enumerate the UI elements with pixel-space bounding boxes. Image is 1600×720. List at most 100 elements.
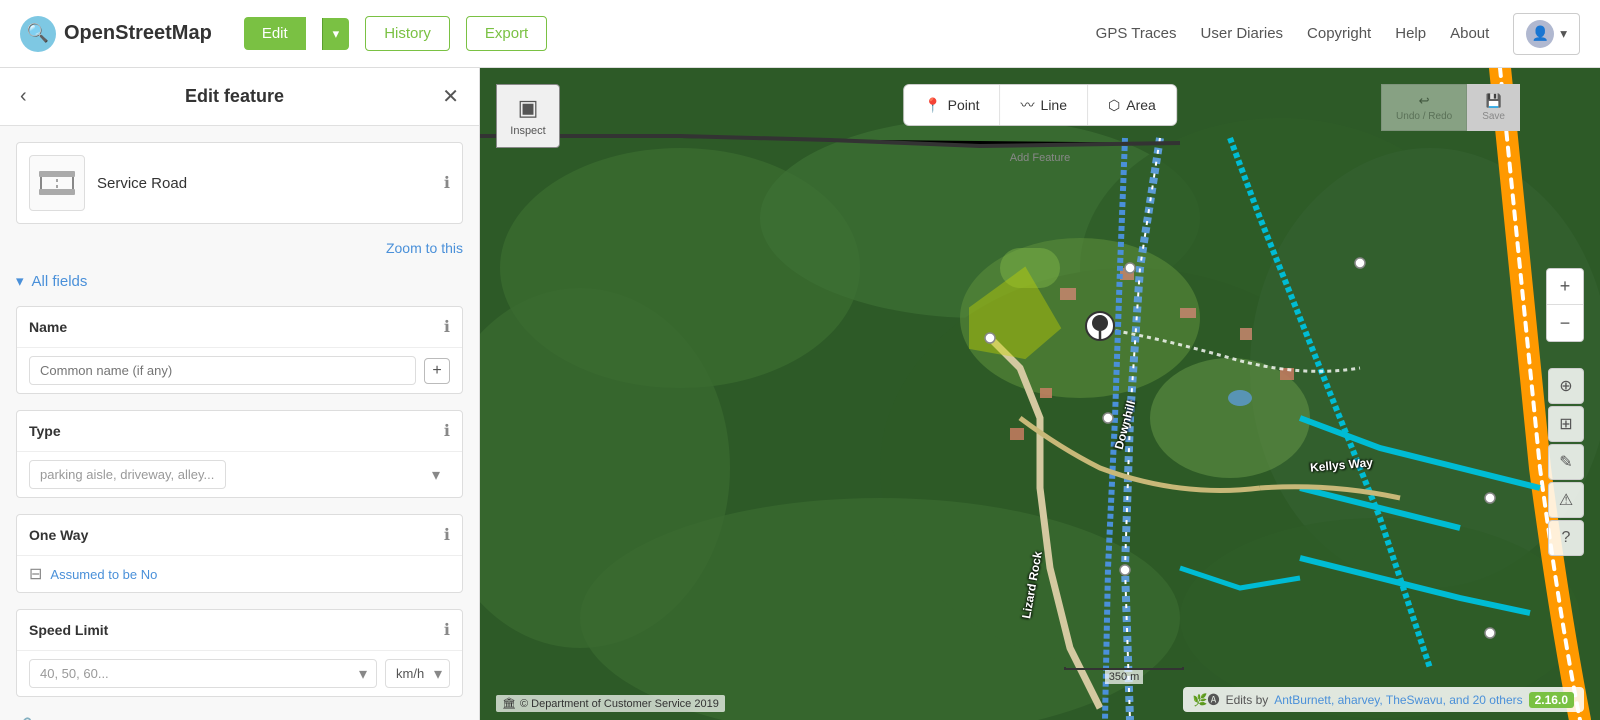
- type-select-wrap: parking aisle, driveway, alley...: [29, 460, 450, 489]
- logo: 🔍 OpenStreetMap: [20, 16, 212, 52]
- type-select[interactable]: parking aisle, driveway, alley...: [29, 460, 226, 489]
- speed-limit-row: 40, 50, 60... km/h mph: [17, 651, 462, 696]
- edit-button[interactable]: Edit: [244, 17, 306, 50]
- speed-limit-field-header: Speed Limit ℹ: [17, 610, 462, 651]
- main-content: ‹ Edit feature ✕ Service Road ℹ Zoom to …: [0, 68, 1600, 720]
- save-label: Save: [1482, 111, 1505, 122]
- save-button[interactable]: 💾 Save: [1467, 84, 1520, 131]
- name-add-button[interactable]: +: [424, 358, 450, 384]
- about-link[interactable]: About: [1450, 25, 1489, 42]
- avatar: 👤: [1526, 20, 1554, 48]
- line-icon: 〰: [1021, 95, 1035, 115]
- help-link[interactable]: Help: [1395, 25, 1426, 42]
- area-label: Area: [1126, 97, 1156, 113]
- user-menu-button[interactable]: 👤 ▾: [1513, 13, 1580, 55]
- zoom-in-button[interactable]: +: [1547, 269, 1583, 305]
- attribution-logo: 🏛: [502, 697, 516, 710]
- user-dropdown-arrow: ▾: [1560, 26, 1567, 42]
- edit-dropdown-button[interactable]: ▾: [322, 18, 350, 50]
- export-button[interactable]: Export: [466, 16, 547, 51]
- name-input-row: +: [17, 348, 462, 393]
- logo-icon: 🔍: [20, 16, 56, 52]
- one-way-field-header: One Way ℹ: [17, 515, 462, 556]
- speed-unit-wrap: km/h mph: [385, 659, 450, 688]
- copyright-link[interactable]: Copyright: [1307, 25, 1371, 42]
- name-field-header: Name ℹ: [17, 307, 462, 348]
- speed-limit-info-button[interactable]: ℹ: [444, 620, 450, 640]
- inspect-label: Inspect: [510, 125, 545, 137]
- feature-name: Service Road: [97, 175, 432, 192]
- user-diaries-link[interactable]: User Diaries: [1201, 25, 1284, 42]
- speed-input-wrap: 40, 50, 60...: [29, 659, 377, 688]
- one-way-value: Assumed to be No: [50, 567, 157, 582]
- map-area[interactable]: Kellys Way Downhill Lizard Rock Wentwort…: [480, 68, 1600, 720]
- gps-traces-link[interactable]: GPS Traces: [1096, 25, 1177, 42]
- type-info-button[interactable]: ℹ: [444, 421, 450, 441]
- layers-button[interactable]: ⊞: [1548, 406, 1584, 442]
- attribution: 🏛 © Department of Customer Service 2019: [496, 695, 725, 712]
- nav-right: GPS Traces User Diaries Copyright Help A…: [1096, 13, 1580, 55]
- edits-bar: 🌿🅐 Edits by AntBurnett, aharvey, TheSwav…: [1183, 687, 1584, 712]
- line-button[interactable]: 〰 Line: [1001, 85, 1088, 125]
- all-fields-toggle[interactable]: ▾ All fields: [0, 264, 479, 298]
- undo-redo-label: Undo / Redo: [1396, 111, 1452, 122]
- sidebar: ‹ Edit feature ✕ Service Road ℹ Zoom to …: [0, 68, 480, 720]
- edits-users[interactable]: AntBurnett, aharvey, TheSwavu, and 20 ot…: [1274, 693, 1522, 707]
- one-way-icon: ⊟: [29, 564, 42, 584]
- point-button[interactable]: 📍 Point: [904, 85, 1000, 125]
- map-right-tools: ⊕ ⊞ ✎ ⚠ ?: [1548, 368, 1584, 556]
- map-actions-toolbar: ↩ Undo / Redo 💾 Save: [1381, 84, 1520, 131]
- warning-button[interactable]: ⚠: [1548, 482, 1584, 518]
- type-field-header: Type ℹ: [17, 411, 462, 452]
- add-feature-toolbar: 📍 Point 〰 Line ⬡ Area: [903, 84, 1177, 126]
- scale-label: 350 m: [1105, 670, 1144, 684]
- name-input[interactable]: [29, 356, 416, 385]
- speed-limit-select[interactable]: 40, 50, 60...: [29, 659, 377, 688]
- node-button[interactable]: ✎: [1548, 444, 1584, 480]
- line-label: Line: [1041, 97, 1067, 113]
- version-badge: 2.16.0: [1529, 692, 1574, 708]
- back-button[interactable]: ‹: [20, 85, 27, 108]
- road-icon: [37, 167, 77, 199]
- edits-icon: 🌿🅐: [1193, 691, 1220, 708]
- inspect-icon: ▣: [518, 95, 539, 121]
- name-label: Name: [29, 319, 67, 335]
- one-way-info-button[interactable]: ℹ: [444, 525, 450, 545]
- sidebar-header: ‹ Edit feature ✕: [0, 68, 479, 126]
- close-button[interactable]: ✕: [442, 84, 459, 109]
- add-feature-label: Add Feature: [1010, 152, 1071, 164]
- help-map-button[interactable]: ?: [1548, 520, 1584, 556]
- speed-limit-label: Speed Limit: [29, 622, 108, 638]
- attribution-text: © Department of Customer Service 2019: [520, 698, 719, 710]
- speed-unit-select[interactable]: km/h mph: [385, 659, 450, 688]
- type-field-group: Type ℹ parking aisle, driveway, alley...: [16, 410, 463, 498]
- one-way-label: One Way: [29, 527, 88, 543]
- point-label: Point: [948, 97, 980, 113]
- inspect-button[interactable]: ▣ Inspect: [496, 84, 560, 148]
- area-icon: ⬡: [1108, 97, 1120, 114]
- type-label: Type: [29, 423, 61, 439]
- zoom-to-this-link[interactable]: Zoom to this: [0, 240, 479, 264]
- area-button[interactable]: ⬡ Area: [1088, 85, 1176, 125]
- map-toolbar: ▣ Inspect: [496, 84, 560, 148]
- location-button[interactable]: ⊕: [1548, 368, 1584, 404]
- undo-button[interactable]: ↩ Undo / Redo: [1381, 84, 1467, 131]
- sidebar-title: Edit feature: [185, 86, 284, 107]
- zoom-controls: + −: [1546, 268, 1584, 342]
- scale-bar: 350 m: [1064, 667, 1184, 684]
- zoom-out-button[interactable]: −: [1547, 305, 1583, 341]
- edits-text: Edits by: [1226, 693, 1269, 707]
- point-icon: 📍: [924, 97, 941, 114]
- undo-icon: ↩: [1419, 93, 1430, 109]
- name-info-button[interactable]: ℹ: [444, 317, 450, 337]
- all-fields-label: All fields: [32, 273, 88, 290]
- one-way-field-group: One Way ℹ ⊟ Assumed to be No: [16, 514, 463, 593]
- map-background: [480, 68, 1600, 720]
- name-field-group: Name ℹ +: [16, 306, 463, 394]
- feature-info-button[interactable]: ℹ: [444, 173, 450, 193]
- history-button[interactable]: History: [365, 16, 450, 51]
- chevron-down-icon: ▾: [16, 272, 24, 290]
- one-way-row: ⊟ Assumed to be No: [17, 556, 462, 592]
- type-input-row: parking aisle, driveway, alley...: [17, 452, 462, 497]
- top-navbar: 🔍 OpenStreetMap Edit ▾ History Export GP…: [0, 0, 1600, 68]
